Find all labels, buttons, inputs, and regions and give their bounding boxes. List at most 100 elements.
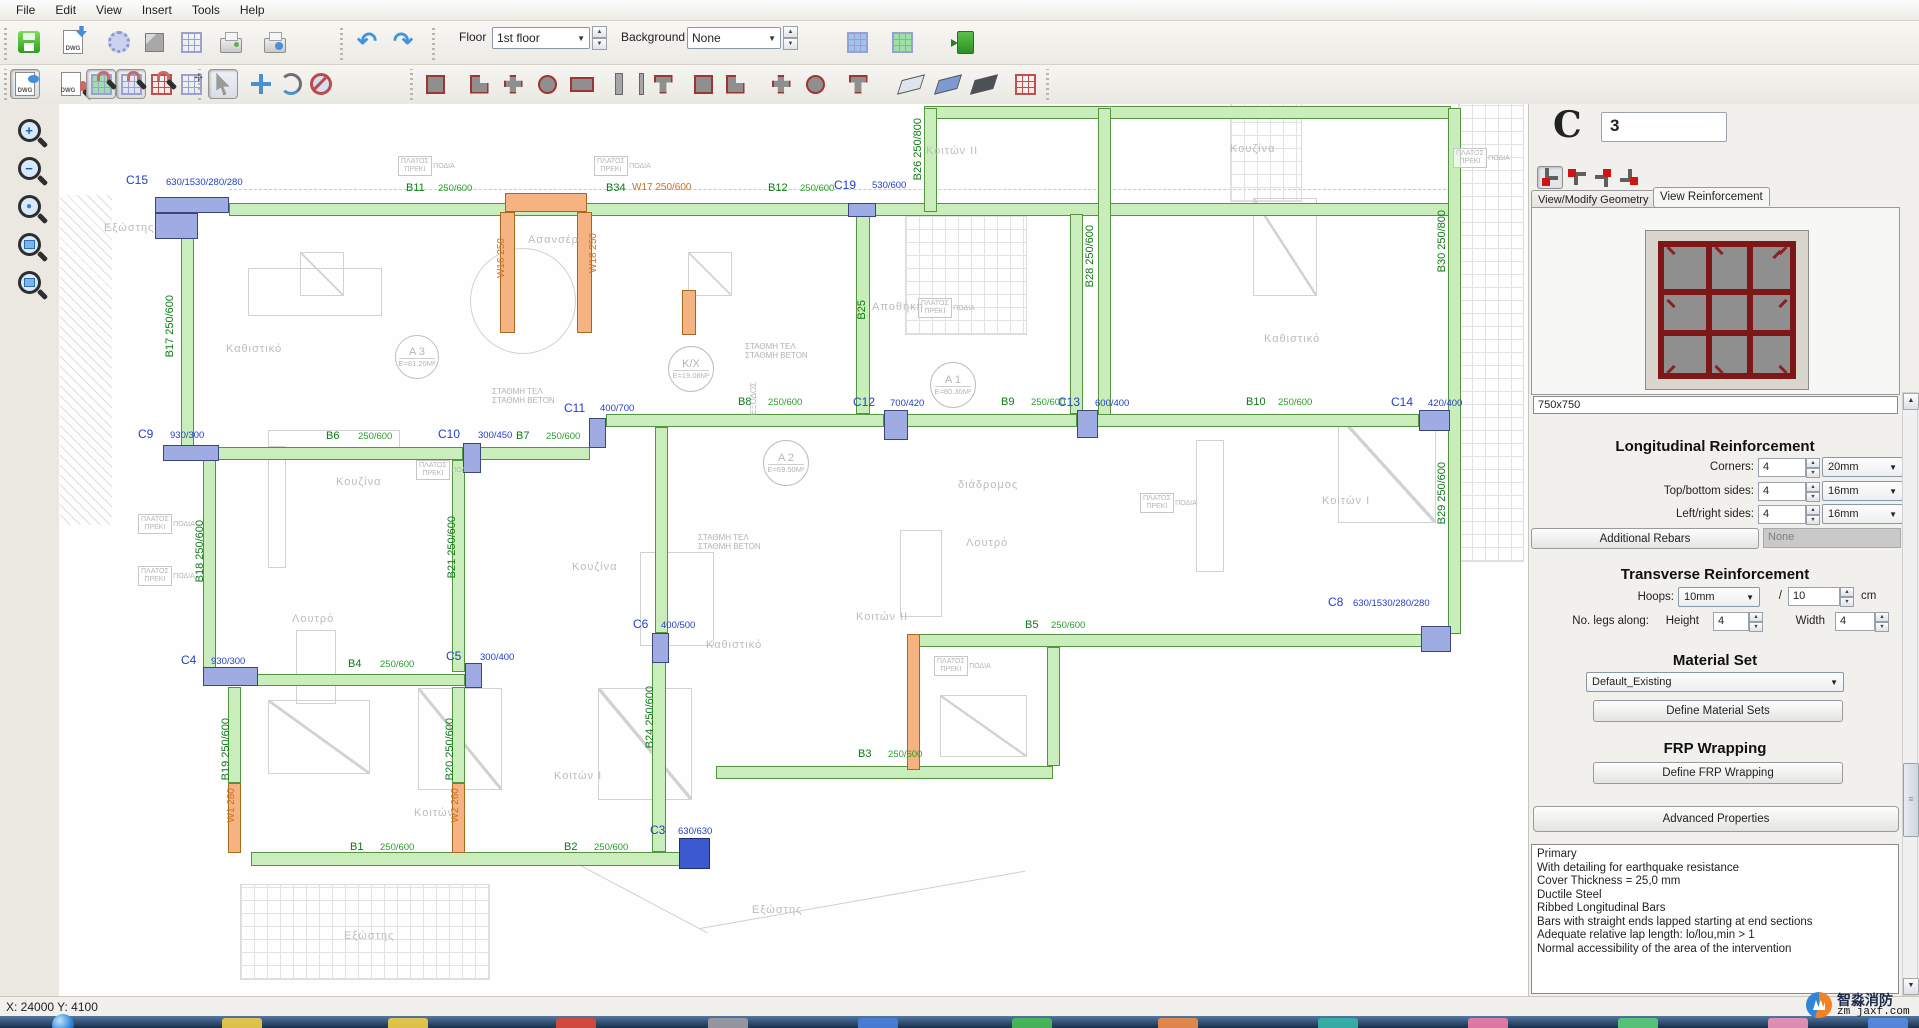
taskbar-app-icon[interactable] bbox=[1768, 1018, 1808, 1028]
background-select[interactable]: None▼ bbox=[687, 27, 781, 49]
corners-spinner[interactable]: ▲▼ bbox=[1806, 458, 1820, 477]
section2-L-icon[interactable] bbox=[720, 69, 750, 99]
corners-diameter-select[interactable]: 20mm▼ bbox=[1822, 457, 1903, 477]
section2-circle-icon[interactable] bbox=[800, 69, 830, 99]
column-edge-left-icon[interactable] bbox=[1564, 166, 1588, 187]
section-plus-icon[interactable] bbox=[498, 69, 528, 99]
export-dwg-icon[interactable] bbox=[56, 25, 90, 59]
toolbar-grip[interactable] bbox=[340, 25, 343, 60]
toolbar-grip[interactable] bbox=[1046, 69, 1049, 100]
taskbar-app-icon[interactable] bbox=[556, 1018, 596, 1028]
zoom-in-icon[interactable]: + bbox=[10, 112, 48, 148]
legs-width-spinner[interactable]: ▲▼ bbox=[1875, 612, 1889, 631]
beam[interactable] bbox=[480, 447, 590, 460]
zoom-previous-icon[interactable] bbox=[10, 264, 48, 300]
column[interactable] bbox=[155, 197, 229, 213]
corners-count-input[interactable]: 4 bbox=[1758, 458, 1806, 477]
mesh-icon[interactable] bbox=[1010, 69, 1040, 99]
start-orb-icon[interactable] bbox=[52, 1014, 74, 1028]
column[interactable] bbox=[1077, 410, 1098, 438]
taskbar-app-icon[interactable] bbox=[222, 1018, 262, 1028]
toolbar-grip[interactable] bbox=[4, 69, 7, 100]
legs-height-input[interactable]: 4 bbox=[1713, 612, 1749, 631]
snap-dwg-icon[interactable] bbox=[56, 69, 86, 99]
section-size-list[interactable]: 750x750 bbox=[1533, 396, 1898, 414]
column-interior-icon[interactable] bbox=[1618, 166, 1642, 187]
menu-insert[interactable]: Insert bbox=[132, 1, 182, 19]
leftright-count-input[interactable]: 4 bbox=[1758, 505, 1806, 524]
slab-light-icon[interactable] bbox=[896, 69, 926, 99]
column[interactable] bbox=[203, 667, 258, 686]
hoops-diameter-select[interactable]: 10mm▼ bbox=[1678, 587, 1760, 607]
scroll-up-icon[interactable]: ▲ bbox=[1903, 393, 1919, 410]
settings-gear-icon[interactable] bbox=[102, 25, 136, 59]
leftright-spinner[interactable]: ▲▼ bbox=[1806, 505, 1820, 524]
member-number-input[interactable]: 3 bbox=[1601, 112, 1727, 142]
grid-blue-icon[interactable] bbox=[840, 25, 874, 59]
snap-grid-color-icon[interactable] bbox=[86, 69, 116, 99]
floor-select[interactable]: 1st floor▼ bbox=[492, 27, 590, 49]
beam[interactable] bbox=[918, 634, 1451, 647]
additional-rebars-button[interactable]: Additional Rebars bbox=[1531, 528, 1759, 549]
beam[interactable] bbox=[655, 427, 668, 633]
floor-spinner[interactable]: ▲▼ bbox=[592, 26, 607, 50]
hoops-spacing-spinner[interactable]: ▲▼ bbox=[1840, 587, 1854, 606]
beam[interactable] bbox=[924, 108, 937, 212]
model-cube-icon[interactable] bbox=[137, 25, 171, 59]
topbottom-diameter-select[interactable]: 16mm▼ bbox=[1822, 481, 1903, 501]
toolbar-grip[interactable] bbox=[432, 25, 435, 60]
panel-scrollbar[interactable]: ▲ ▼ bbox=[1902, 392, 1918, 996]
beam[interactable] bbox=[218, 447, 463, 460]
menu-help[interactable]: Help bbox=[230, 1, 275, 19]
section-L-icon[interactable] bbox=[464, 69, 494, 99]
taskbar-app-icon[interactable] bbox=[1868, 1018, 1908, 1028]
print-preview-icon[interactable] bbox=[258, 25, 292, 59]
background-spinner[interactable]: ▲▼ bbox=[783, 26, 798, 50]
taskbar-app-icon[interactable] bbox=[858, 1018, 898, 1028]
taskbar-app-icon[interactable] bbox=[1618, 1018, 1658, 1028]
define-material-sets-button[interactable]: Define Material Sets bbox=[1593, 700, 1843, 722]
grid-settings-icon[interactable] bbox=[174, 25, 208, 59]
column[interactable] bbox=[848, 203, 876, 217]
column-corner-icon[interactable] bbox=[1537, 166, 1563, 189]
slab-blue-icon[interactable] bbox=[933, 69, 963, 99]
beam[interactable] bbox=[716, 766, 1053, 779]
section-circle-icon[interactable] bbox=[532, 69, 562, 99]
wall[interactable] bbox=[505, 193, 587, 212]
forbid-icon[interactable] bbox=[306, 69, 336, 99]
zoom-out-icon[interactable]: − bbox=[10, 150, 48, 186]
column[interactable] bbox=[1419, 410, 1450, 431]
wall[interactable] bbox=[682, 290, 696, 335]
zoom-window-icon[interactable] bbox=[10, 226, 48, 262]
taskbar-app-icon[interactable] bbox=[1012, 1018, 1052, 1028]
scrollbar-thumb[interactable] bbox=[1903, 763, 1919, 837]
section2-T-icon[interactable] bbox=[843, 69, 873, 99]
beam[interactable] bbox=[1070, 214, 1083, 414]
exit-icon[interactable] bbox=[948, 25, 982, 59]
section-square-icon[interactable] bbox=[420, 69, 450, 99]
column-edge-right-icon[interactable] bbox=[1591, 166, 1615, 187]
column[interactable] bbox=[465, 663, 482, 688]
taskbar-app-icon[interactable] bbox=[388, 1018, 428, 1028]
taskbar-app-icon[interactable] bbox=[1468, 1018, 1508, 1028]
menu-file[interactable]: File bbox=[6, 1, 45, 19]
legs-height-spinner[interactable]: ▲▼ bbox=[1749, 612, 1763, 631]
rotate-icon[interactable] bbox=[276, 69, 306, 99]
leftright-diameter-select[interactable]: 16mm▼ bbox=[1822, 504, 1903, 524]
hoops-spacing-input[interactable]: 10 bbox=[1788, 587, 1840, 606]
taskbar-app-icon[interactable] bbox=[1158, 1018, 1198, 1028]
snap-grid-red-icon[interactable] bbox=[146, 69, 176, 99]
drawing-canvas[interactable]: C15630/1530/280/280B11250/600B34W17 250/… bbox=[59, 104, 1528, 996]
column[interactable] bbox=[1421, 626, 1451, 652]
menu-tools[interactable]: Tools bbox=[182, 1, 230, 19]
snap-grid-icon[interactable] bbox=[116, 69, 146, 99]
zoom-dynamic-icon[interactable]: ● bbox=[10, 188, 48, 224]
topbottom-count-input[interactable]: 4 bbox=[1758, 482, 1806, 501]
beam[interactable] bbox=[1448, 108, 1461, 634]
menu-view[interactable]: View bbox=[86, 1, 132, 19]
beam[interactable] bbox=[1097, 414, 1419, 427]
toolbar-grip[interactable] bbox=[410, 69, 413, 100]
redo-icon[interactable]: ↷ bbox=[386, 25, 420, 59]
column-selected[interactable] bbox=[679, 838, 710, 869]
topbottom-spinner[interactable]: ▲▼ bbox=[1806, 482, 1820, 501]
